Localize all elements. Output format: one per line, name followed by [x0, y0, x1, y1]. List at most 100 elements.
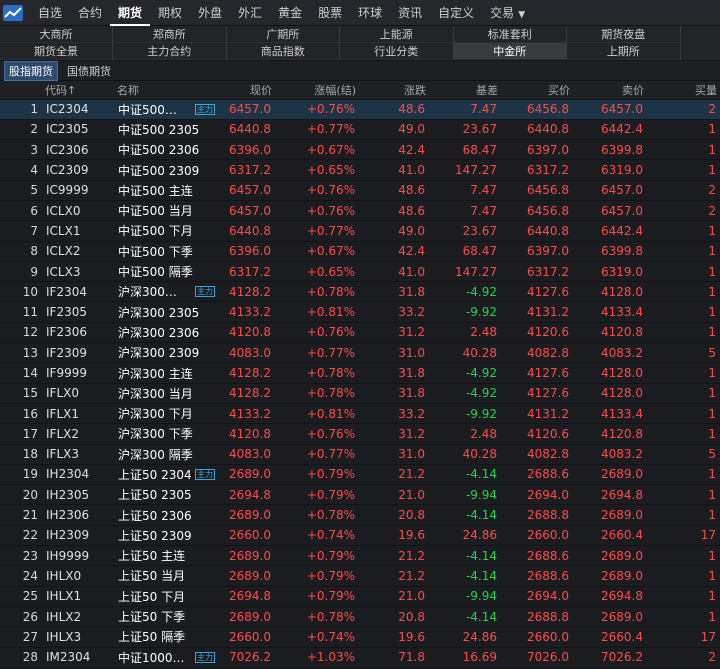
exchange-tab[interactable]: 期货夜盘 [567, 26, 681, 43]
bid-price-cell: 6456.8 [501, 99, 573, 120]
price-cell: 6457.0 [219, 99, 275, 120]
table-row[interactable]: 9 ICLX3 中证500 隔季 6317.2 +0.65% 41.0 147.27 6317… [0, 261, 720, 283]
table-row[interactable]: 3 IC2306 中证500 2306 6396.0 +0.67% 42.4 68.47 63… [0, 139, 720, 161]
contract-name-wrap: 中证500… 主力 [118, 101, 215, 118]
subtab-0[interactable]: 股指期货 [4, 60, 58, 81]
column-header[interactable]: 名称 [114, 81, 219, 100]
contract-name-cell: 中证500 当月 [114, 200, 219, 222]
basis-cell: -4.14 [429, 565, 501, 587]
nav-item-6[interactable]: 黄金 [270, 0, 310, 26]
table-row[interactable]: 27 IHLX3 上证50 隔季 2660.0 +0.74% 19.6 24.86 2660.… [0, 626, 720, 648]
table-row[interactable]: 15 IFLX0 沪深300 当月 4128.2 +0.78% 31.8 -4.92 4127… [0, 383, 720, 404]
table-row[interactable]: 11 IF2305 沪深300 2305 4133.2 +0.81% 33.2 -9.92 4… [0, 301, 720, 323]
contract-code: IF2309 [42, 342, 114, 364]
table-row[interactable]: 22 IH2309 上证50 2309 2660.0 +0.74% 19.6 24.86 26… [0, 525, 720, 547]
contract-name-wrap: 沪深300 主连 [118, 365, 215, 382]
price-cell: 4128.2 [219, 281, 275, 303]
exchange-tab[interactable]: 期货全景 [0, 43, 113, 60]
nav-item-0[interactable]: 自选 [30, 0, 70, 26]
bid-price-cell: 7026.0 [501, 647, 573, 668]
subtab-1[interactable]: 国债期货 [62, 61, 116, 81]
exchange-tab[interactable]: 郑商所 [113, 26, 227, 43]
table-row[interactable]: 24 IHLX0 上证50 当月 2689.0 +0.79% 21.2 -4.14 2688.… [0, 565, 720, 587]
column-header[interactable]: 买量 [647, 81, 720, 100]
change-cell: 21.0 [359, 586, 429, 607]
change-percent-cell: +0.79% [275, 464, 359, 486]
contract-name: 沪深300 下季 [118, 427, 193, 442]
table-row[interactable]: 7 ICLX1 中证500 下月 6440.8 +0.77% 49.0 23.67 6440.… [0, 220, 720, 242]
contract-name-cell: 沪深300 2305 [114, 301, 219, 323]
exchange-tab[interactable]: 广期所 [226, 26, 340, 43]
contract-name-wrap: 沪深300 下季 [118, 425, 215, 442]
nav-item-3[interactable]: 期权 [150, 0, 190, 26]
bid-price-cell: 4082.8 [501, 342, 573, 364]
table-row[interactable]: 2 IC2305 中证500 2305 6440.8 +0.77% 49.0 23.67 64… [0, 119, 720, 141]
table-row[interactable]: 4 IC2309 中证500 2309 6317.2 +0.65% 41.0 147.27 6… [0, 159, 720, 181]
table-row[interactable]: 25 IHLX1 上证50 下月 2694.8 +0.79% 21.0 -9.94 2694.… [0, 586, 720, 607]
exchange-tab[interactable]: 大商所 [0, 26, 113, 43]
exchange-tab[interactable]: 行业分类 [340, 43, 454, 60]
exchange-tab[interactable]: 商品指数 [226, 43, 340, 60]
nav-item-8[interactable]: 环球 [350, 0, 390, 26]
nav-item-4[interactable]: 外盘 [190, 0, 230, 26]
sub-tabs: 股指期货 国债期货 [0, 60, 720, 81]
contract-name: 中证500 2306 [118, 143, 200, 158]
column-header[interactable]: 买价 [501, 81, 573, 100]
app-logo-icon[interactable] [2, 4, 24, 22]
nav-item-2[interactable]: 期货 [110, 0, 151, 26]
change-percent-cell: +0.76% [275, 423, 359, 445]
bid-price-cell: 2660.0 [501, 626, 573, 648]
table-row[interactable]: 21 IH2306 上证50 2306 2689.0 +0.78% 20.8 -4.14 26… [0, 504, 720, 526]
exchange-tab[interactable]: 主力合约 [113, 43, 227, 60]
price-cell: 4128.2 [219, 362, 275, 384]
price-cell: 2660.0 [219, 525, 275, 547]
nav-item-10[interactable]: 自定义 [430, 0, 482, 26]
ask-price-cell: 7026.2 [573, 647, 647, 668]
price-cell: 6396.0 [219, 241, 275, 262]
table-row[interactable]: 19 IH2304 上证50 2304 主力 2689.0 +0.79% 21.2 -4.14… [0, 464, 720, 486]
price-cell: 2660.0 [219, 626, 275, 648]
column-header[interactable]: 现价 [219, 81, 275, 100]
contract-name-wrap: 中证500 下月 [118, 222, 215, 239]
exchange-tab[interactable]: 上期所 [567, 43, 681, 60]
table-row[interactable]: 12 IF2306 沪深300 2306 4120.8 +0.76% 31.2 2.48 41… [0, 322, 720, 344]
table-row[interactable]: 23 IH9999 上证50 主连 2689.0 +0.79% 21.2 -4.14 2688… [0, 545, 720, 567]
basis-cell: -9.94 [429, 586, 501, 607]
contract-code: IH2305 [42, 484, 114, 506]
table-row[interactable]: 17 IFLX2 沪深300 下季 4120.8 +0.76% 31.2 2.48 4120.… [0, 423, 720, 445]
column-header[interactable]: 代码↑ [42, 81, 114, 100]
table-row[interactable]: 13 IF2309 沪深300 2309 4083.0 +0.77% 31.0 40.28 4… [0, 342, 720, 364]
change-percent-cell: +0.67% [275, 139, 359, 161]
table-row[interactable]: 5 IC9999 中证500 主连 6457.0 +0.76% 48.6 7.47 6456.… [0, 180, 720, 201]
price-cell: 2694.8 [219, 484, 275, 506]
column-header[interactable]: 卖价 [573, 81, 647, 100]
bid-volume-cell: 1 [647, 139, 720, 161]
column-header[interactable]: 涨跌 [359, 81, 429, 100]
nav-item-5[interactable]: 外汇 [230, 0, 270, 26]
table-row[interactable]: 6 ICLX0 中证500 当月 6457.0 +0.76% 48.6 7.47 6456.8… [0, 200, 720, 222]
contract-name-cell: 上证50 主连 [114, 545, 219, 567]
nav-item-9[interactable]: 资讯 [390, 0, 430, 26]
table-row[interactable]: 16 IFLX1 沪深300 下月 4133.2 +0.81% 33.2 -9.92 4131… [0, 403, 720, 425]
contract-code: IF2304 [42, 281, 114, 303]
exchange-tab[interactable]: 上能源 [340, 26, 454, 43]
table-row[interactable]: 28 IM2304 中证1000… 主力 7026.2 +1.03% 71.8 16.69 70… [0, 647, 720, 668]
exchange-tab[interactable]: 中金所 [453, 43, 567, 60]
nav-item-1[interactable]: 合约 [70, 0, 110, 26]
row-index: 20 [0, 484, 42, 506]
contract-name-wrap: 上证50 下季 [118, 608, 215, 625]
table-row[interactable]: 18 IFLX3 沪深300 隔季 4083.0 +0.77% 31.0 40.28 4082… [0, 444, 720, 465]
table-row[interactable]: 8 ICLX2 中证500 下季 6396.0 +0.67% 42.4 68.47 6397.… [0, 241, 720, 262]
table-row[interactable]: 20 IH2305 上证50 2305 2694.8 +0.79% 21.0 -9.94 26… [0, 484, 720, 506]
bid-volume-cell: 1 [647, 484, 720, 506]
nav-item-7[interactable]: 股票 [310, 0, 350, 26]
exchange-tab[interactable]: 标准套利 [453, 26, 567, 43]
column-header[interactable]: 基差 [429, 81, 501, 100]
table-row[interactable]: 10 IF2304 沪深300… 主力 4128.2 +0.78% 31.8 -4.92 412… [0, 281, 720, 303]
price-cell: 2689.0 [219, 565, 275, 587]
column-header[interactable]: 涨幅(结) [275, 81, 359, 100]
nav-item-11[interactable]: 交易 ▼ [482, 0, 533, 26]
table-row[interactable]: 14 IF9999 沪深300 主连 4128.2 +0.78% 31.8 -4.92 412… [0, 362, 720, 384]
table-row[interactable]: 26 IHLX2 上证50 下季 2689.0 +0.78% 20.8 -4.14 2688.… [0, 606, 720, 628]
table-row[interactable]: 1 IC2304 中证500… 主力 6457.0 +0.76% 48.6 7.47 6456.… [0, 99, 720, 120]
